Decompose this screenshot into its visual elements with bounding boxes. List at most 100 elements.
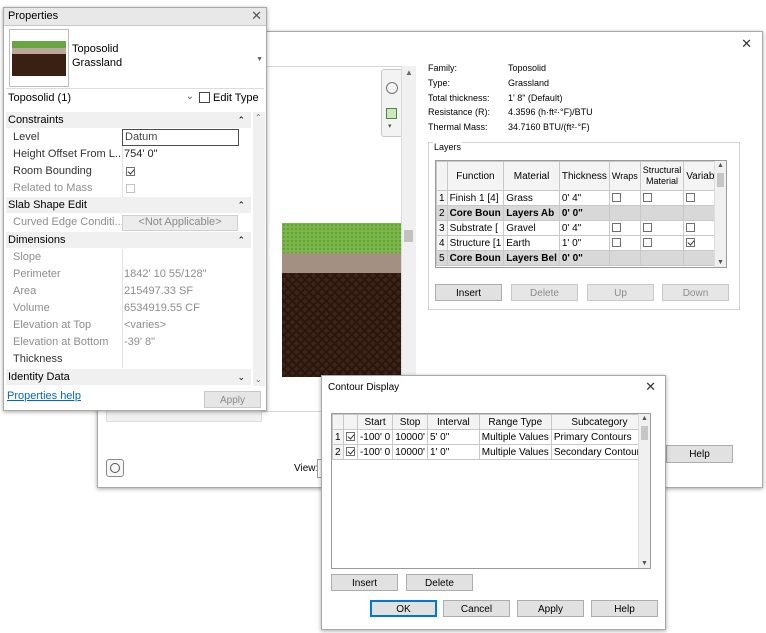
cell-function[interactable]: Core Boun (446, 205, 505, 221)
cell-stop[interactable]: 10000' (392, 429, 428, 445)
check-header (342, 414, 358, 430)
cell-start[interactable]: -100' 0 (356, 429, 394, 445)
table-row[interactable]: 1 Finish 1 [4] Grass 0' 4" (436, 190, 726, 206)
expand-icon[interactable]: ⌄ (235, 369, 245, 385)
scroll-thumb[interactable] (717, 173, 724, 187)
help-contour-button[interactable]: Help (591, 600, 658, 617)
table-row[interactable]: 4 Structure [1 Earth 1' 0" (436, 235, 726, 251)
row-num: 2 (436, 205, 448, 221)
cell-function[interactable]: Finish 1 [4] (446, 190, 505, 206)
ok-button[interactable]: OK (370, 600, 437, 617)
cell-function[interactable]: Core Boun (446, 250, 505, 266)
table-row[interactable]: 3 Substrate [ Gravel 0' 4" (436, 220, 726, 236)
contour-scrollbar[interactable]: ▲ ▼ (638, 414, 650, 568)
delete-contour-button[interactable]: Delete (406, 574, 473, 591)
structural-checkbox[interactable] (642, 223, 652, 233)
cell-interval[interactable]: 5' 0" (426, 429, 480, 445)
preview-scrollbar[interactable]: ▲ (401, 66, 416, 410)
cell-function[interactable]: Substrate [ (446, 220, 505, 236)
prop-room-bounding[interactable]: Room Bounding (6, 163, 239, 180)
chevron-down-icon[interactable]: ⌄ (255, 375, 262, 384)
structural-checkbox[interactable] (642, 193, 652, 203)
instance-selector[interactable]: Toposolid (1) ⌄ (6, 89, 194, 107)
chevron-up-icon[interactable]: ▲ (717, 162, 724, 169)
cell-thickness[interactable]: 0' 0" (558, 250, 610, 266)
collapse-icon[interactable]: ⌃ (235, 197, 245, 213)
collapse-icon[interactable]: ⌃ (235, 232, 245, 248)
cell-thickness[interactable]: 0' 0" (558, 205, 610, 221)
cell-material[interactable]: Grass (503, 190, 560, 206)
cell-material[interactable]: Layers Bel (503, 250, 560, 266)
chevron-up-icon[interactable]: ⌃ (255, 113, 262, 122)
section-identity-data[interactable]: Identity Data ⌄ (6, 369, 251, 385)
chevron-up-icon[interactable]: ▲ (641, 415, 648, 422)
cell-subcategory[interactable]: Primary Contours (550, 429, 649, 445)
up-button[interactable]: Up (587, 284, 654, 301)
contour-table-wrap: Start Stop Interval Range Type Subcatego… (331, 413, 651, 569)
cell-range-type[interactable]: Multiple Values (478, 429, 552, 445)
structural-checkbox[interactable] (642, 238, 652, 248)
variable-checkbox[interactable] (686, 193, 696, 203)
edit-type-label: Edit Type (213, 92, 259, 104)
edit-type-button[interactable]: Edit Type (199, 90, 263, 107)
type-selector[interactable]: Toposolid Grassland ▼ (6, 26, 264, 89)
table-row[interactable]: 1 -100' 0 10000' 5' 0" Multiple Values P… (332, 429, 649, 445)
collapse-icon[interactable]: ⌃ (235, 112, 245, 128)
section-slab-label: Slab Shape Edit (8, 199, 87, 211)
chevron-down-icon[interactable]: ▼ (717, 259, 724, 266)
zoom-icon[interactable] (386, 108, 397, 119)
properties-scrollbar[interactable]: ⌃ ⌄ (253, 112, 265, 386)
section-constraints[interactable]: Constraints ⌃ (6, 112, 251, 128)
apply-contour-button[interactable]: Apply (517, 600, 584, 617)
col-wraps: Wraps (608, 161, 641, 191)
cell-material[interactable]: Gravel (503, 220, 560, 236)
navigation-bar[interactable]: ▾ (381, 69, 403, 137)
insert-layer-button[interactable]: Insert (435, 284, 502, 301)
chevron-down-icon[interactable]: ▼ (641, 560, 648, 567)
room-bounding-checkbox[interactable] (126, 167, 135, 176)
prop-level[interactable]: Level Datum (6, 129, 239, 146)
insert-contour-button[interactable]: Insert (331, 574, 398, 591)
steering-wheel-2d-icon[interactable] (106, 459, 124, 477)
cell-thickness[interactable]: 0' 4" (558, 190, 610, 206)
scroll-thumb[interactable] (641, 426, 648, 440)
cell-wraps (608, 190, 641, 206)
variable-checkbox[interactable] (686, 223, 696, 233)
section-dimensions[interactable]: Dimensions ⌃ (6, 232, 251, 248)
cancel-button[interactable]: Cancel (443, 600, 510, 617)
scroll-thumb[interactable] (404, 230, 413, 242)
apply-button[interactable]: Apply (204, 391, 261, 408)
down-button[interactable]: Down (662, 284, 729, 301)
instance-selector-label: Toposolid (1) (8, 92, 71, 104)
wraps-checkbox[interactable] (611, 193, 621, 203)
variable-checkbox[interactable] (686, 238, 696, 248)
close-icon[interactable]: ✕ (645, 379, 656, 395)
cell-thickness[interactable]: 0' 4" (558, 220, 610, 236)
table-row[interactable]: 2 Core Boun Layers Ab 0' 0" (436, 205, 726, 221)
close-icon[interactable]: ✕ (251, 8, 262, 24)
properties-help-link[interactable]: Properties help (7, 390, 81, 402)
visible-checkbox[interactable] (345, 432, 355, 442)
steering-wheel-icon[interactable] (386, 82, 398, 94)
chevron-up-icon[interactable]: ▲ (405, 68, 413, 77)
wraps-checkbox[interactable] (611, 223, 621, 233)
prop-thickness[interactable]: Thickness (6, 351, 239, 368)
table-row[interactable]: 5 Core Boun Layers Bel 0' 0" (436, 250, 726, 266)
cell-thickness[interactable]: 1' 0" (558, 235, 610, 251)
help-button[interactable]: Help (666, 445, 733, 463)
delete-layer-button[interactable]: Delete (511, 284, 578, 301)
prop-height-offset[interactable]: Height Offset From L... 754' 0" (6, 146, 239, 163)
cell-function[interactable]: Structure [1 (446, 235, 505, 251)
chevron-down-icon[interactable]: ▼ (256, 56, 263, 63)
wraps-checkbox[interactable] (611, 238, 621, 248)
type-label: Type: (428, 78, 451, 88)
chevron-down-icon[interactable]: ▾ (388, 122, 392, 130)
section-slab-shape-edit[interactable]: Slab Shape Edit ⌃ (6, 197, 251, 213)
layers-scrollbar[interactable]: ▲ ▼ (714, 161, 726, 267)
prop-area: Area 215497.33 SF (6, 283, 239, 300)
cell-material[interactable]: Earth (503, 235, 560, 251)
cell-material[interactable]: Layers Ab (503, 205, 560, 221)
level-input[interactable]: Datum (122, 129, 239, 146)
properties-titlebar[interactable]: Properties ✕ (4, 8, 266, 26)
close-icon[interactable]: ✕ (741, 36, 752, 52)
